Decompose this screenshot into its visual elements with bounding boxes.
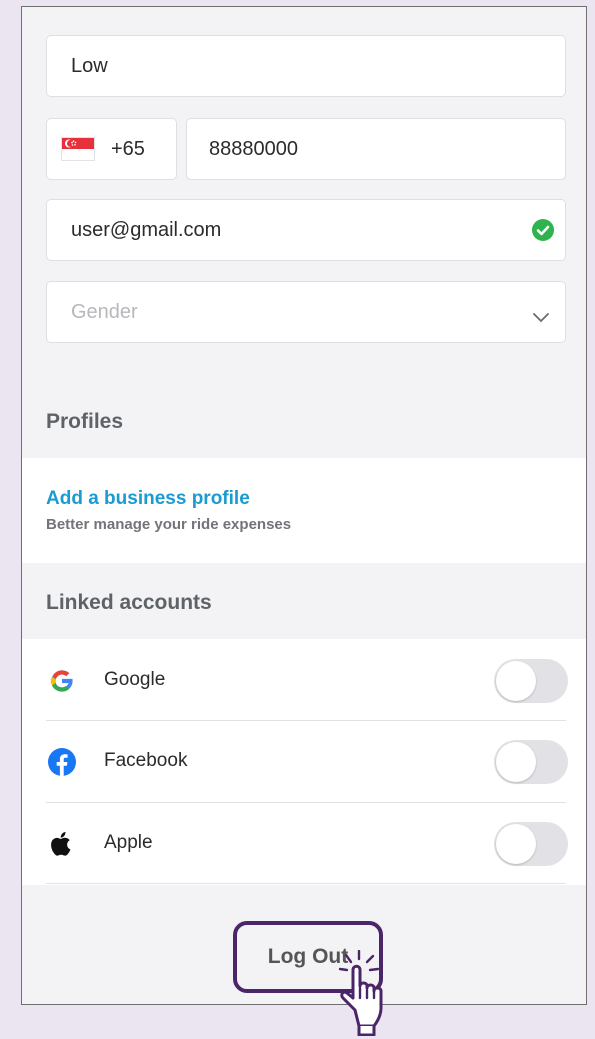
gender-select[interactable]: Gender	[46, 281, 566, 343]
pointer-hand-icon	[338, 950, 383, 1036]
apple-label: Apple	[104, 832, 153, 853]
toggle-knob	[496, 661, 536, 701]
google-icon	[48, 667, 76, 695]
facebook-icon	[48, 748, 76, 776]
linked-account-apple: Apple	[22, 804, 586, 884]
chevron-down-icon	[533, 306, 549, 329]
divider	[46, 802, 566, 803]
apple-icon	[48, 830, 76, 858]
profile-settings-panel: Low +65 88880000 user@gmail.com Gender P…	[21, 6, 587, 1005]
linked-account-google: Google	[22, 641, 586, 721]
add-business-profile-subtitle: Better manage your ride expenses	[46, 516, 292, 533]
profiles-section-title: Profiles	[46, 410, 124, 433]
google-toggle[interactable]	[494, 659, 568, 703]
country-code-selector[interactable]: +65	[46, 118, 177, 180]
divider	[46, 883, 566, 884]
divider	[46, 720, 566, 721]
add-business-profile-link[interactable]: Add a business profile	[46, 488, 250, 510]
email-value: user@gmail.com	[71, 218, 222, 241]
facebook-label: Facebook	[104, 750, 188, 771]
linked-accounts-section-title: Linked accounts	[46, 591, 212, 614]
verified-check-icon	[532, 219, 554, 241]
toggle-knob	[496, 742, 536, 782]
country-code-value: +65	[111, 137, 145, 160]
phone-number-value: 88880000	[209, 137, 298, 160]
business-profile-row[interactable]	[22, 458, 586, 563]
last-name-value: Low	[71, 54, 108, 77]
toggle-knob	[496, 824, 536, 864]
email-field[interactable]: user@gmail.com	[46, 199, 566, 261]
google-label: Google	[104, 669, 166, 690]
last-name-field[interactable]: Low	[46, 35, 566, 97]
linked-account-facebook: Facebook	[22, 722, 586, 802]
facebook-toggle[interactable]	[494, 740, 568, 784]
gender-placeholder: Gender	[71, 300, 138, 323]
phone-number-field[interactable]: 88880000	[186, 118, 566, 180]
singapore-flag-icon	[61, 137, 95, 161]
apple-toggle[interactable]	[494, 822, 568, 866]
